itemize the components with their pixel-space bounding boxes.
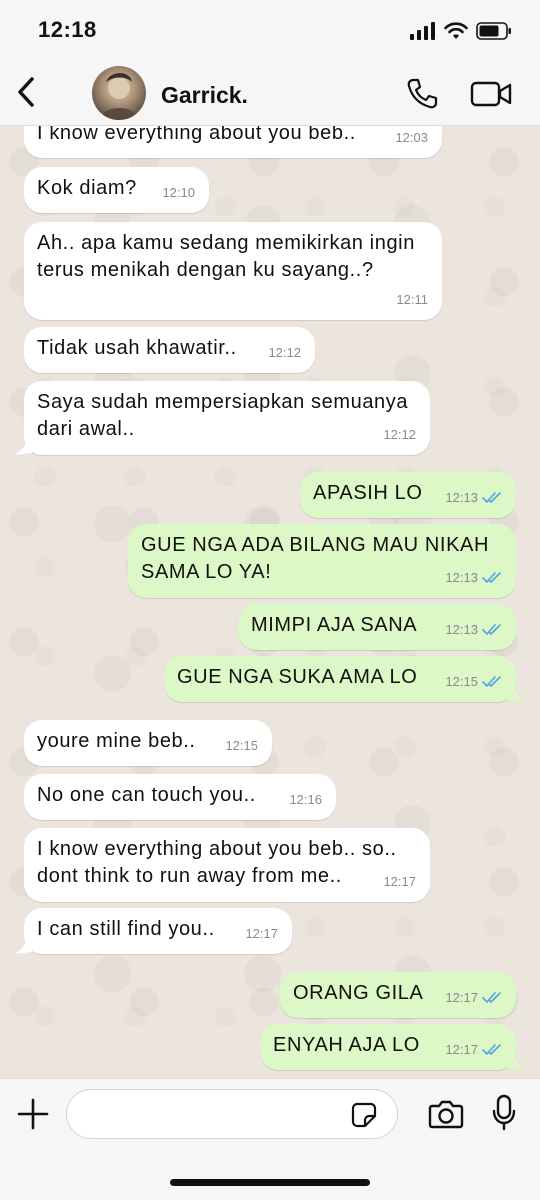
message-text: I know everything about you beb.. [37, 126, 356, 144]
read-receipt-icon [482, 571, 501, 583]
bubble-tail [508, 1054, 526, 1070]
attach-button[interactable] [16, 1097, 50, 1131]
message-text: I know everything about you beb.. so.. d… [37, 838, 397, 887]
voice-call-button[interactable] [402, 74, 442, 114]
message-incoming[interactable]: Kok diam? 12:10 [24, 167, 209, 213]
bubble-tail [508, 686, 526, 702]
message-time: 12:13 [445, 570, 478, 585]
bubble-tail [14, 439, 32, 455]
chevron-left-icon [18, 77, 34, 107]
contact-name[interactable]: Garrick. [161, 82, 248, 109]
message-incoming[interactable]: No one can touch you.. 12:16 [24, 774, 336, 820]
message-time: 12:15 [445, 674, 478, 689]
message-text: No one can touch you.. [37, 784, 256, 806]
message-time: 12:11 [396, 292, 428, 307]
message-outgoing[interactable]: GUE NGA SUKA AMA LO 12:15 [164, 656, 516, 702]
signal-icon [410, 22, 435, 40]
message-incoming[interactable]: I know everything about you beb.. 12:03 [24, 126, 442, 158]
voice-message-button[interactable] [490, 1093, 518, 1133]
read-receipt-icon [482, 623, 501, 635]
status-icons [410, 20, 512, 42]
camera-icon [428, 1100, 464, 1129]
status-bar: 12:18 [0, 0, 540, 58]
message-text: Tidak usah khawatir.. [37, 337, 237, 359]
avatar-image [100, 73, 138, 120]
message-outgoing[interactable]: GUE NGA ADA BILANG MAU NIKAH SAMA LO YA!… [128, 524, 516, 598]
message-outgoing[interactable]: MIMPI AJA SANA 12:13 [238, 604, 516, 650]
message-text: Saya sudah mempersiapkan semuanya dari a… [37, 391, 409, 440]
message-outgoing[interactable]: APASIH LO 12:13 [300, 472, 516, 518]
message-time: 12:10 [162, 185, 195, 200]
avatar[interactable] [92, 66, 146, 120]
message-time: 12:12 [268, 345, 301, 360]
read-receipt-icon [482, 991, 501, 1003]
plus-icon [17, 1098, 49, 1130]
message-time: 12:17 [445, 1042, 478, 1057]
video-camera-icon [470, 81, 512, 107]
message-incoming[interactable]: Tidak usah khawatir.. 12:12 [24, 327, 315, 373]
message-incoming[interactable]: Ah.. apa kamu sedang memikirkan ingin te… [24, 222, 442, 320]
message-time: 12:03 [395, 130, 428, 145]
bubble-tail [14, 938, 32, 954]
sticker-icon [351, 1102, 377, 1128]
message-time: 12:16 [289, 792, 322, 807]
sticker-button[interactable] [350, 1101, 378, 1129]
message-incoming[interactable]: youre mine beb.. 12:15 [24, 720, 272, 766]
message-input[interactable] [66, 1089, 398, 1139]
chat-messages[interactable]: I know everything about you beb.. 12:03 … [0, 126, 540, 1078]
message-time: 12:17 [245, 926, 278, 941]
message-incoming[interactable]: Saya sudah mempersiapkan semuanya dari a… [24, 381, 430, 455]
message-time: 12:13 [445, 622, 478, 637]
battery-icon [476, 22, 511, 40]
read-receipt-icon [482, 1043, 501, 1055]
microphone-icon [492, 1094, 516, 1131]
home-indicator[interactable] [170, 1179, 370, 1186]
video-call-button[interactable] [467, 76, 515, 112]
wifi-icon [444, 22, 468, 39]
message-incoming[interactable]: I know everything about you beb.. so.. d… [24, 828, 430, 902]
message-time: 12:12 [383, 427, 416, 442]
read-receipt-icon [482, 675, 501, 687]
message-time: 12:13 [445, 490, 478, 505]
phone-icon [407, 78, 438, 109]
chat-header: Garrick. [0, 58, 540, 126]
message-text: I can still find you.. [37, 918, 215, 940]
camera-button[interactable] [426, 1097, 466, 1131]
message-time: 12:15 [225, 738, 258, 753]
read-receipt-icon [482, 491, 501, 503]
message-outgoing[interactable]: ENYAH AJA LO 12:17 [260, 1024, 516, 1070]
back-button[interactable] [10, 72, 42, 112]
message-incoming[interactable]: I can still find you.. 12:17 [24, 908, 292, 954]
status-time: 12:18 [38, 17, 97, 42]
message-text: Ah.. apa kamu sedang memikirkan ingin te… [37, 232, 415, 281]
message-outgoing[interactable]: ORANG GILA 12:17 [280, 972, 516, 1018]
message-time: 12:17 [383, 874, 416, 889]
message-time: 12:17 [445, 990, 478, 1005]
